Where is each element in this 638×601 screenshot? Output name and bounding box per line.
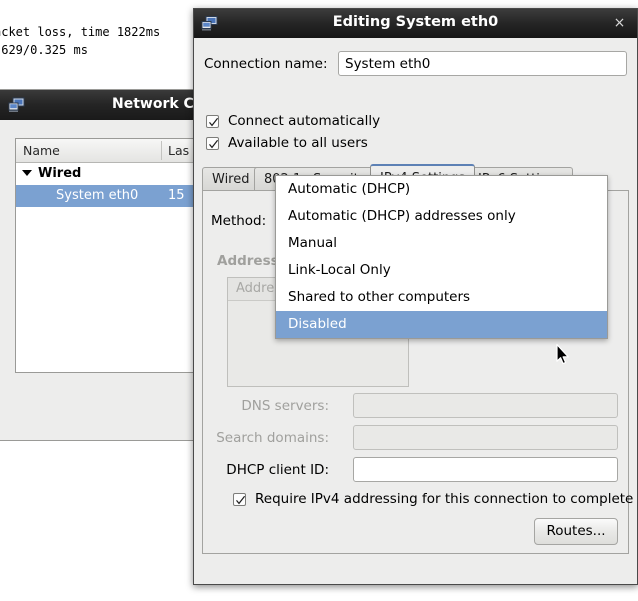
dialog-title: Editing System eth0 [332,14,499,30]
network-connections-titlebar: Network C [0,90,195,120]
method-dropdown-popup[interactable]: Automatic (DHCP) Automatic (DHCP) addres… [275,175,608,339]
checkbox-checked-icon[interactable] [233,493,246,506]
group-label: Wired [38,166,82,181]
dialog-body: Connection name: Connect automatically A… [194,38,637,584]
network-connections-window: Network C Name Las Wired System eth0 15 [0,89,196,441]
connect-automatically-label: Connect automatically [228,113,381,129]
dropdown-option-shared-to-other-computers[interactable]: Shared to other computers [276,284,607,311]
checkbox-checked-icon[interactable] [206,115,219,128]
dns-servers-row: DNS servers: [203,393,628,419]
dropdown-option-manual[interactable]: Manual [276,230,607,257]
terminal-output: acket loss, time 1822ms .629/0.325 ms [0,0,196,88]
checkbox-checked-icon[interactable] [206,137,219,150]
close-icon[interactable]: × [611,15,628,32]
available-to-all-users-label: Available to all users [228,135,368,151]
column-divider [161,141,162,160]
connections-list-header: Name Las [16,139,195,163]
dns-servers-input [353,393,618,418]
connection-name-label: Connection name: [204,56,328,72]
connection-name-input[interactable] [338,51,627,76]
column-header-name: Name [23,143,60,158]
table-row[interactable]: System eth0 15 [16,185,195,207]
search-domains-input [353,425,618,450]
network-connections-body: Name Las Wired System eth0 15 [0,120,196,440]
editing-connection-dialog: Editing System eth0 × Connection name: C… [193,8,638,585]
dropdown-option-automatic-dhcp[interactable]: Automatic (DHCP) [276,176,607,203]
connection-last-used-cell: 15 [168,188,185,203]
method-label: Method: [211,213,267,229]
chevron-down-icon[interactable] [22,170,32,176]
connection-name-cell: System eth0 [56,188,139,203]
dhcp-client-id-row: DHCP client ID: [203,457,628,483]
dropdown-option-link-local-only[interactable]: Link-Local Only [276,257,607,284]
network-connections-title: Network C [112,96,194,112]
terminal-line-1: acket loss, time 1822ms [0,25,161,39]
dns-servers-label: DNS servers: [241,398,329,414]
list-group-wired[interactable]: Wired [16,163,195,185]
search-domains-label: Search domains: [216,430,329,446]
dropdown-option-automatic-dhcp-addresses-only[interactable]: Automatic (DHCP) addresses only [276,203,607,230]
tab-wired[interactable]: Wired [202,167,260,191]
dropdown-option-disabled[interactable]: Disabled [276,311,607,338]
dialog-titlebar: Editing System eth0 × [194,9,637,39]
dhcp-client-id-label: DHCP client ID: [226,462,329,478]
connections-list[interactable]: Name Las Wired System eth0 15 [15,138,196,373]
network-monitor-icon [8,97,25,112]
routes-button[interactable]: Routes... [534,518,618,545]
dhcp-client-id-input[interactable] [353,457,618,482]
require-ipv4-label: Require IPv4 addressing for this connect… [255,491,634,507]
connection-name-row: Connection name: [204,51,627,77]
terminal-line-2: .629/0.325 ms [0,43,88,57]
column-header-last-used: Las [168,143,190,158]
search-domains-row: Search domains: [203,425,628,451]
